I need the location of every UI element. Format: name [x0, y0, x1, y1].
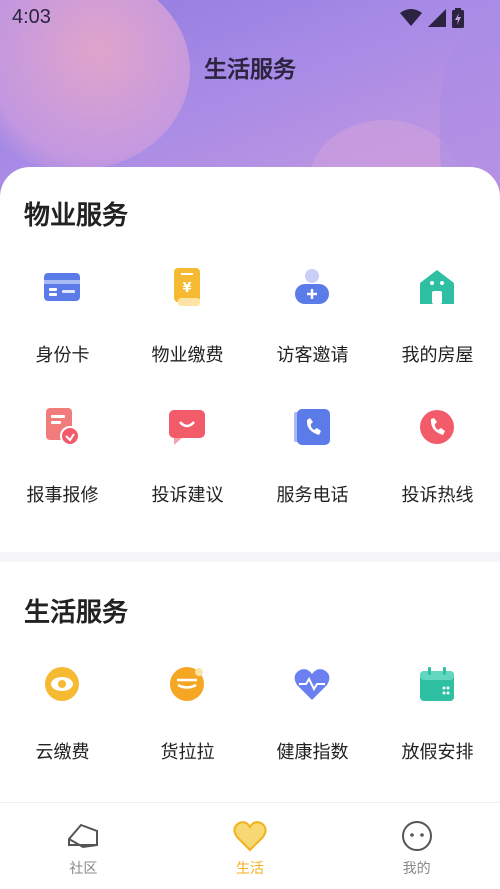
- life-heart-icon: [233, 821, 267, 852]
- nav-label: 我的: [402, 861, 431, 877]
- service-label: 报事报修: [26, 485, 99, 506]
- service-complaint-hotline[interactable]: 投诉热线: [375, 407, 500, 547]
- service-complaint-suggestion[interactable]: 投诉建议: [125, 407, 250, 547]
- service-label: 云缴费: [35, 742, 90, 763]
- service-repair-report[interactable]: 报事报修: [0, 407, 125, 547]
- battery-icon: [452, 8, 464, 28]
- service-visitor-invite[interactable]: 访客邀请: [250, 267, 375, 407]
- service-cloud-payment[interactable]: 云缴费: [0, 664, 125, 804]
- life-services-section: 生活服务 云缴费 货拉拉 健康指数 放假安排: [0, 562, 500, 802]
- service-phone[interactable]: 服务电话: [250, 407, 375, 547]
- section-title: 物业服务: [24, 201, 129, 231]
- service-label: 身份卡: [35, 345, 90, 366]
- service-phone-icon: [292, 407, 332, 447]
- nav-item-profile[interactable]: 我的: [333, 803, 500, 889]
- service-holiday-schedule[interactable]: 放假安排: [375, 664, 500, 804]
- complaint-suggestion-icon: [167, 407, 207, 447]
- complaint-hotline-icon: [417, 407, 457, 447]
- bottom-nav: 社区 生活 我的: [0, 802, 500, 889]
- service-lalamove[interactable]: 货拉拉: [125, 664, 250, 804]
- service-label: 放假安排: [401, 742, 474, 763]
- svg-text:¥: ¥: [182, 281, 191, 296]
- service-label: 健康指数: [276, 742, 349, 763]
- nav-item-life[interactable]: 生活: [167, 803, 334, 889]
- service-my-house[interactable]: 我的房屋: [375, 267, 500, 407]
- nav-item-community[interactable]: 社区: [0, 803, 167, 889]
- service-label: 物业缴费: [151, 345, 224, 366]
- service-property-fee[interactable]: ¥ 物业缴费: [125, 267, 250, 407]
- status-bar: 4:03: [0, 0, 500, 34]
- nav-label: 社区: [69, 861, 98, 877]
- signal-icon: [428, 9, 446, 27]
- health-index-icon: [292, 664, 332, 704]
- id-card-icon: [42, 267, 82, 307]
- service-label: 投诉热线: [401, 485, 474, 506]
- wifi-icon: [400, 9, 422, 26]
- service-id-card[interactable]: 身份卡: [0, 267, 125, 407]
- property-services-grid: 身份卡 ¥ 物业缴费 访客邀请 我的房屋 报事报修 投诉建议 服务电话 投诉热线: [0, 267, 500, 547]
- cloud-payment-icon: [42, 664, 82, 704]
- page-title: 生活服务: [204, 57, 296, 83]
- nav-label: 生活: [236, 861, 264, 877]
- status-icons: [400, 8, 464, 28]
- service-label: 货拉拉: [160, 742, 215, 763]
- section-title: 生活服务: [24, 598, 129, 628]
- visitor-invite-icon: [292, 267, 332, 307]
- service-label: 投诉建议: [151, 485, 224, 506]
- repair-report-icon: [42, 407, 82, 447]
- community-icon: [68, 823, 99, 849]
- status-time: 4:03: [12, 6, 51, 28]
- property-services-section: 物业服务 身份卡 ¥ 物业缴费 访客邀请 我的房屋 报事报修 投诉建议 服务电话…: [0, 167, 500, 552]
- service-health-index[interactable]: 健康指数: [250, 664, 375, 804]
- service-label: 访客邀请: [276, 345, 349, 366]
- service-label: 服务电话: [276, 485, 349, 506]
- property-fee-icon: ¥: [167, 267, 207, 307]
- lalamove-icon: [167, 664, 207, 704]
- service-label: 我的房屋: [401, 345, 474, 366]
- profile-icon: [401, 821, 432, 851]
- life-services-grid: 云缴费 货拉拉 健康指数 放假安排: [0, 664, 500, 804]
- holiday-calendar-icon: [417, 664, 457, 704]
- house-icon: [417, 267, 457, 307]
